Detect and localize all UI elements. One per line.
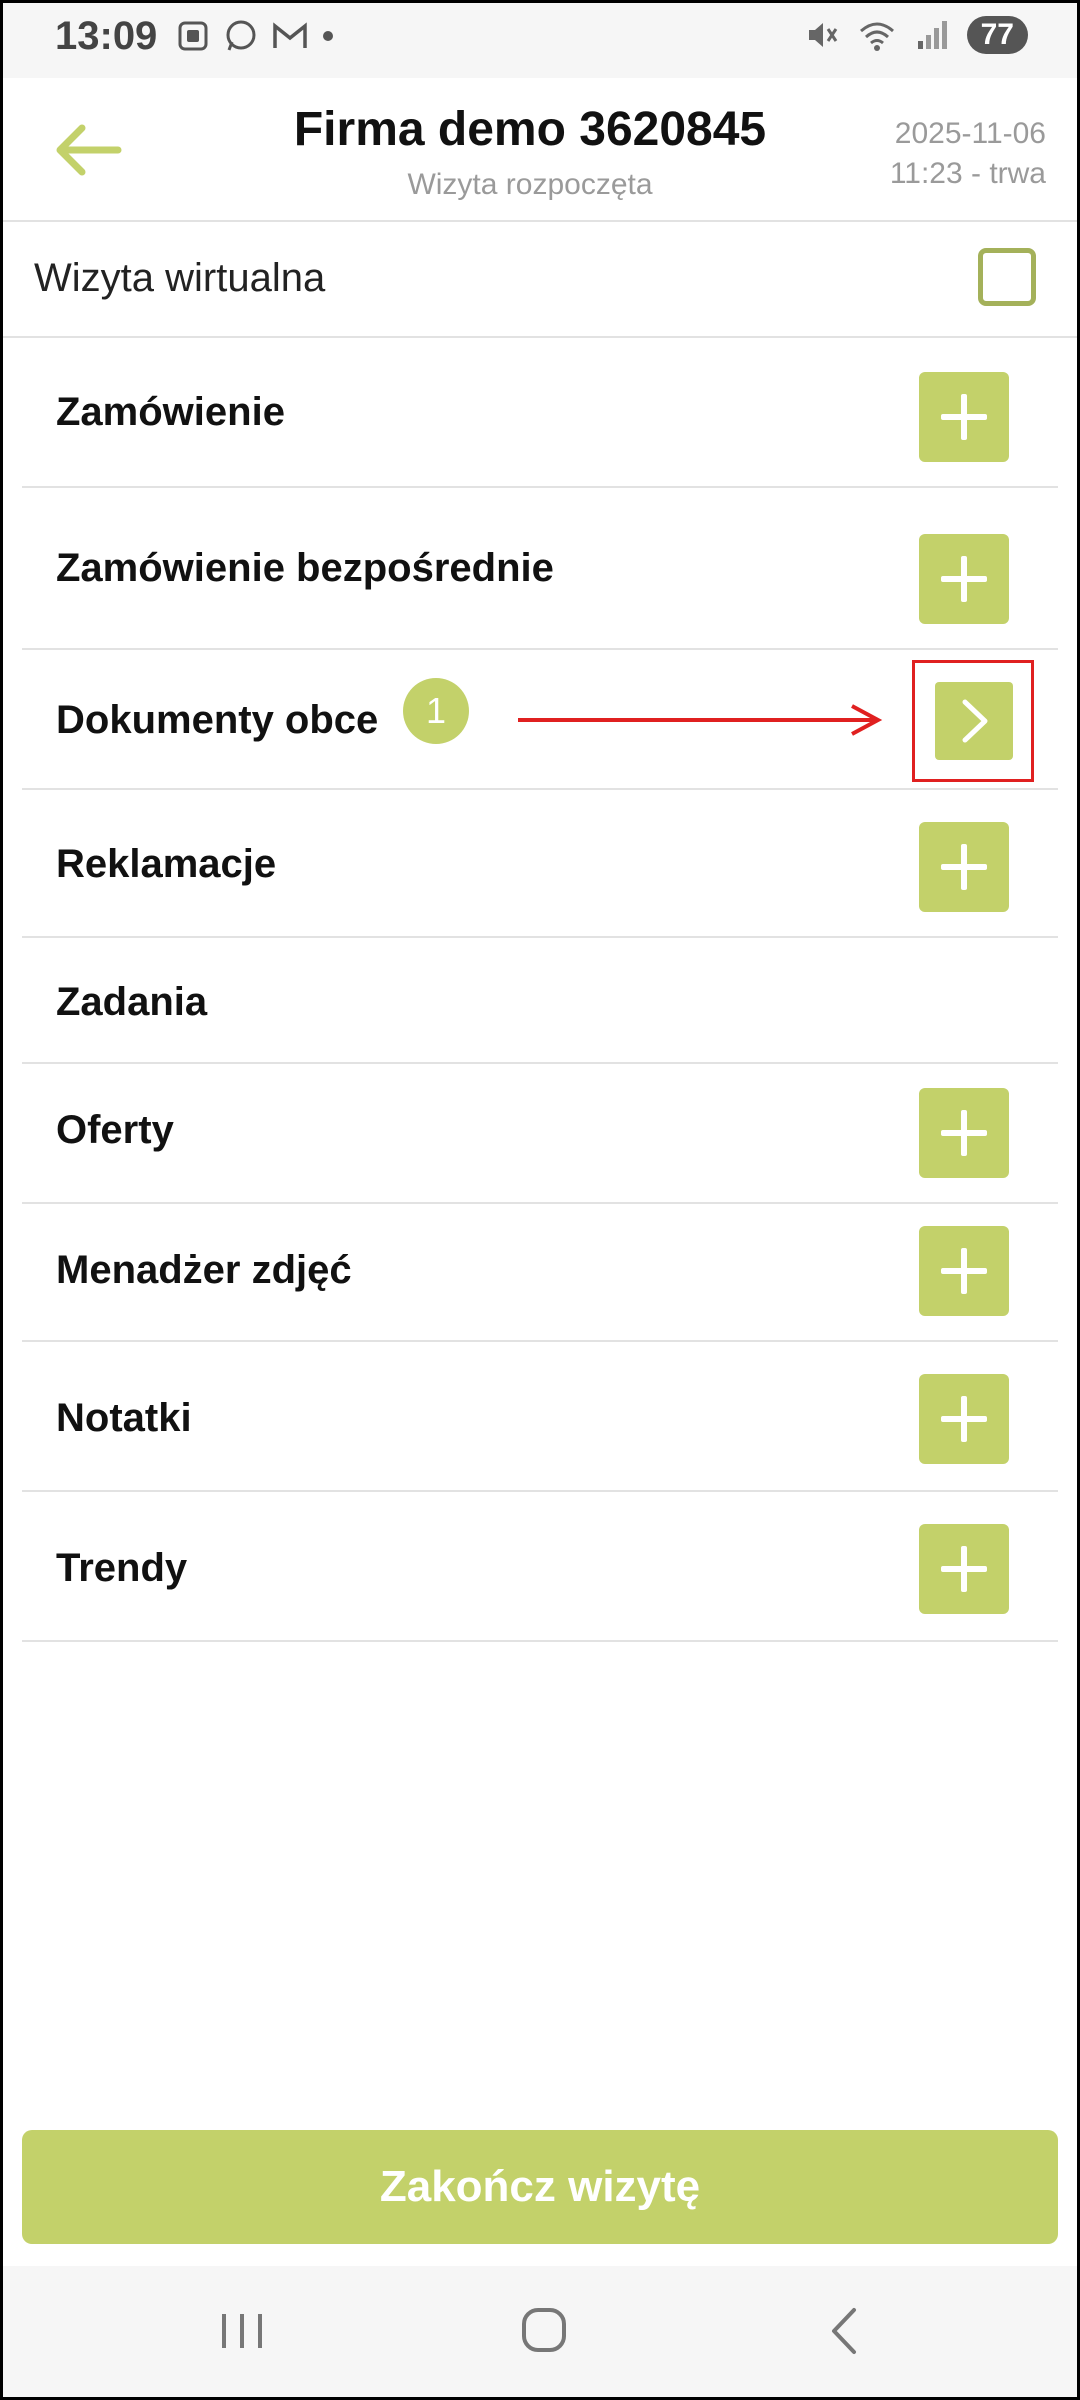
section-label: Notatki (56, 1396, 192, 1440)
virtual-visit-label: Wizyta wirtualna (34, 256, 326, 300)
section-row-reklamacje[interactable]: Reklamacje (22, 788, 1058, 938)
back-nav-icon[interactable] (806, 2296, 886, 2366)
section-row-oferty[interactable]: Oferty (22, 1062, 1058, 1204)
add-photo-button[interactable] (919, 1226, 1009, 1316)
add-complaint-button[interactable] (919, 822, 1009, 912)
add-direct-order-button[interactable] (919, 534, 1009, 624)
visit-datetime: 2025-11-06 11:23 - trwa (890, 114, 1046, 194)
section-label: Zamówienie (56, 390, 285, 434)
visit-header: Firma demo 3620845 Wizyta rozpoczęta 202… (0, 78, 1080, 222)
section-row-dokumenty-obce[interactable]: Dokumenty obce 1 (22, 648, 1058, 790)
screenshot-icon (178, 21, 208, 51)
section-label: Trendy (56, 1546, 188, 1590)
gmail-icon (273, 22, 307, 48)
visit-time-status: 11:23 - trwa (889, 157, 1046, 190)
section-row-menadzer-zdjec[interactable]: Menadżer zdjęć (22, 1202, 1058, 1342)
visit-date: 2025-11-06 (894, 117, 1046, 150)
notification-icons (175, 18, 335, 54)
section-row-zadania[interactable]: Zadania (22, 936, 1058, 1064)
section-label: Menadżer zdjęć (56, 1248, 352, 1292)
section-row-trendy[interactable]: Trendy (22, 1490, 1058, 1642)
system-navigation-bar (0, 2266, 1080, 2400)
section-label: Dokumenty obce (56, 698, 379, 742)
whatsapp-icon (226, 20, 256, 51)
count-badge: 1 (403, 678, 469, 744)
status-bar: 13:09 77 (0, 0, 1080, 78)
battery-indicator: 77 (966, 16, 1028, 54)
finish-visit-button[interactable]: Zakończ wizytę (22, 2130, 1058, 2244)
section-row-zamowienie-bezposrednie[interactable]: Zamówienie bezpośrednie (22, 486, 1058, 650)
add-offer-button[interactable] (919, 1088, 1009, 1178)
section-label: Zamówienie bezpośrednie (56, 546, 554, 590)
wifi-icon (859, 22, 894, 51)
annotation-highlight-box (912, 660, 1034, 782)
home-icon[interactable] (504, 2296, 584, 2366)
section-label: Zadania (56, 980, 208, 1024)
annotation-arrow (518, 704, 883, 736)
signal-icon (917, 21, 947, 49)
virtual-visit-checkbox[interactable] (978, 248, 1036, 306)
virtual-visit-row[interactable]: Wizyta wirtualna (0, 220, 1080, 338)
section-row-zamowienie[interactable]: Zamówienie (22, 336, 1058, 488)
section-label: Reklamacje (56, 842, 277, 886)
mute-icon (808, 23, 837, 47)
add-note-button[interactable] (919, 1374, 1009, 1464)
add-order-button[interactable] (919, 372, 1009, 462)
recent-apps-icon[interactable] (202, 2296, 282, 2366)
add-trend-button[interactable] (919, 1524, 1009, 1614)
dot-icon (323, 31, 333, 41)
section-label: Oferty (56, 1108, 174, 1152)
section-row-notatki[interactable]: Notatki (22, 1340, 1058, 1492)
system-icons: 77 (803, 16, 1028, 54)
status-time: 13:09 (55, 14, 158, 58)
